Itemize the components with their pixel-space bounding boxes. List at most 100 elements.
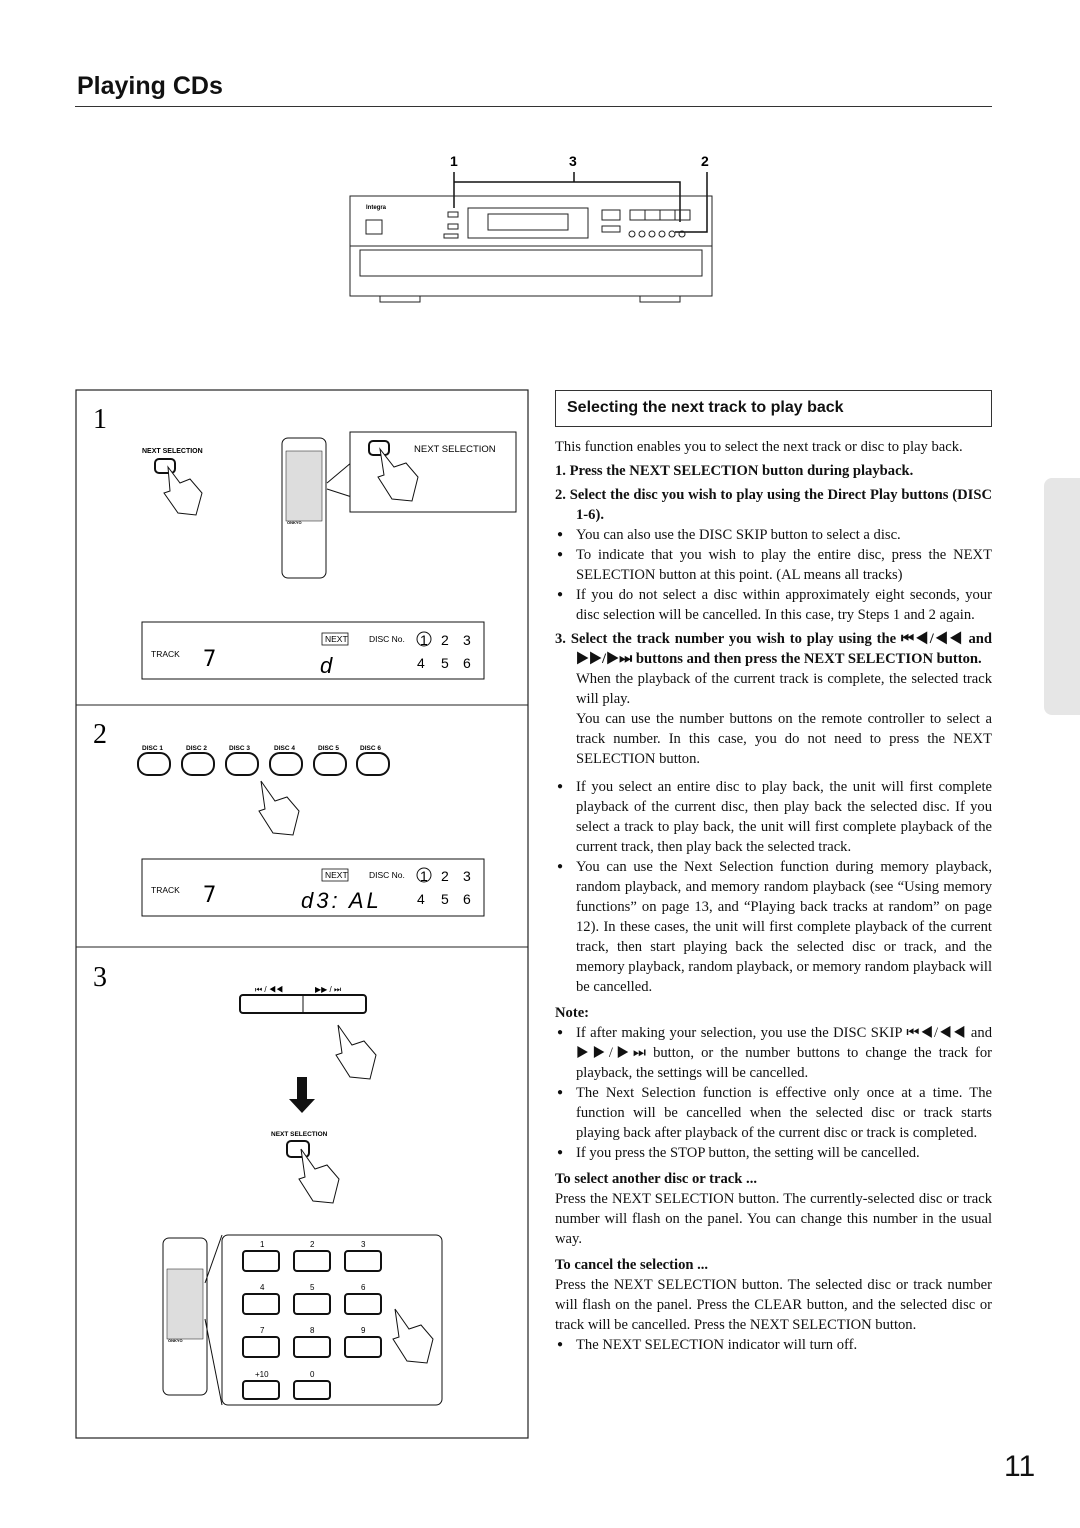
skip-button-bar[interactable] — [239, 994, 367, 1014]
instructions-text: This function enables you to select the … — [555, 437, 992, 1355]
key-9[interactable] — [344, 1336, 382, 1358]
step-2: 2. Select the disc you wish to play usin… — [555, 487, 992, 523]
disc-1: 1 — [420, 632, 428, 648]
disc-1: 1 — [420, 868, 428, 884]
remote-brand: ONKYO — [168, 1338, 183, 1343]
disc-3: 3 — [463, 632, 471, 648]
key-2[interactable] — [293, 1250, 331, 1272]
note-bullet: If you press the STOP button, the settin… — [555, 1143, 992, 1163]
callout-2: 2 — [701, 153, 709, 169]
disc-5: 5 — [441, 891, 449, 907]
key-7[interactable] — [242, 1336, 280, 1358]
cancel-bullet: The NEXT SELECTION indicator will turn o… — [555, 1335, 992, 1355]
track-value: 7 — [203, 883, 216, 908]
title-rule — [75, 106, 992, 107]
disc-4: 4 — [417, 891, 425, 907]
step2-bullet: If you do not select a disc within appro… — [555, 585, 992, 625]
page-title: Playing CDs — [77, 72, 223, 100]
remote-control-icon: ONKYO — [281, 437, 327, 579]
disc-5-button[interactable] — [313, 752, 347, 776]
next-selection-button[interactable] — [154, 458, 176, 474]
key-1[interactable] — [242, 1250, 280, 1272]
disc-5: 5 — [441, 655, 449, 671]
track-label: TRACK — [151, 885, 180, 895]
step3-text: When the playback of the current track i… — [576, 671, 992, 707]
disc-6: 6 — [463, 891, 471, 907]
another-text: Press the NEXT SELECTION button. The cur… — [555, 1191, 992, 1247]
cd-changer-illustration: 1 3 2 Integra — [349, 153, 713, 303]
section-heading-box: Selecting the next track to play back — [555, 390, 992, 427]
note-bullet: The Next Selection function is effective… — [555, 1083, 992, 1143]
key-3-label: 3 — [361, 1240, 366, 1249]
disc-2: 2 — [441, 868, 449, 884]
disc-2: 2 — [441, 632, 449, 648]
key-9-label: 9 — [361, 1326, 366, 1335]
info-bullet: If you select an entire disc to play bac… — [555, 777, 992, 857]
step2-number: 2 — [93, 719, 107, 750]
key-5-label: 5 — [310, 1283, 315, 1292]
disc-6-button[interactable] — [356, 752, 390, 776]
disc-1-button[interactable] — [137, 752, 171, 776]
skip-back-label: ⏮ / ◀◀ — [255, 985, 283, 994]
key-4-label: 4 — [260, 1283, 265, 1292]
disc-2-button[interactable] — [181, 752, 215, 776]
hand-icon — [298, 1148, 340, 1204]
next-selection-button[interactable] — [286, 1140, 310, 1158]
info-bullet: You can use the Next Selection function … — [555, 857, 992, 997]
step-3: 3. Select the track number you wish to p… — [555, 631, 992, 667]
step3-text: You can use the number buttons on the re… — [576, 711, 992, 767]
hand-icon — [258, 780, 300, 836]
key-4[interactable] — [242, 1293, 280, 1315]
another-heading: To select another disc or track ... — [555, 1171, 757, 1187]
key-6-label: 6 — [361, 1283, 366, 1292]
next-indicator: NEXT — [325, 634, 348, 644]
key-3[interactable] — [344, 1250, 382, 1272]
instruction-panel: 1 NEXT SELECTION ONKYO NEXT SELECTION TR… — [75, 389, 529, 1439]
key-6[interactable] — [344, 1293, 382, 1315]
remote-control-icon: ONKYO — [162, 1237, 208, 1396]
arrow-down-icon — [289, 1077, 315, 1113]
callout-1: 1 — [450, 153, 458, 169]
cancel-text: Press the NEXT SELECTION button. The sel… — [555, 1277, 992, 1333]
note-label: Note: — [555, 1005, 590, 1021]
next-selection-label: NEXT SELECTION — [142, 448, 203, 455]
key-5[interactable] — [293, 1293, 331, 1315]
step2-bullet: To indicate that you wish to play the en… — [555, 545, 992, 585]
disc-5-label: DISC 5 — [318, 745, 339, 752]
disc-1-label: DISC 1 — [142, 745, 163, 752]
step-1: 1. Press the NEXT SELECTION button durin… — [555, 463, 914, 479]
disc-3: 3 — [463, 868, 471, 884]
side-tab — [1044, 478, 1080, 715]
disc-no-label: DISC No. — [369, 634, 405, 644]
disc-2-label: DISC 2 — [186, 745, 207, 752]
brand-logo: Integra — [366, 205, 387, 211]
step3-number: 3 — [93, 962, 107, 993]
segment-display: d3: AL — [301, 888, 382, 913]
disc-no-label: DISC No. — [369, 870, 405, 880]
disc-3-label: DISC 3 — [229, 745, 250, 752]
key-plus10-label: +10 — [255, 1370, 269, 1379]
key-8[interactable] — [293, 1336, 331, 1358]
key-plus10[interactable] — [242, 1380, 280, 1400]
key-7-label: 7 — [260, 1326, 265, 1335]
skip-forward-label: ▶▶ / ⏭ — [315, 985, 341, 994]
key-1-label: 1 — [260, 1240, 265, 1249]
disc-4: 4 — [417, 655, 425, 671]
next-indicator: NEXT — [325, 870, 348, 880]
manual-page: Playing CDs 1 1 1 3 2 Integra 1 NEXT SELE… — [0, 0, 1080, 1528]
disc-6-label: DISC 6 — [360, 745, 381, 752]
disc-buttons: DISC 1 DISC 2 DISC 3 DISC 4 DISC 5 DISC … — [137, 745, 390, 776]
next-selection-label: NEXT SELECTION — [271, 1131, 328, 1138]
key-2-label: 2 — [310, 1240, 315, 1249]
disc-3-button[interactable] — [225, 752, 259, 776]
key-8-label: 8 — [310, 1326, 315, 1335]
cancel-heading: To cancel the selection ... — [555, 1257, 709, 1273]
callout-next-selection-label: NEXT SELECTION — [414, 444, 496, 455]
hand-icon — [335, 1024, 377, 1080]
disc-6: 6 — [463, 655, 471, 671]
segment-display: d — [320, 653, 333, 678]
key-0[interactable] — [293, 1380, 331, 1400]
step1-number: 1 — [93, 404, 107, 435]
disc-4-button[interactable] — [269, 752, 303, 776]
intro: This function enables you to select the … — [555, 439, 963, 455]
